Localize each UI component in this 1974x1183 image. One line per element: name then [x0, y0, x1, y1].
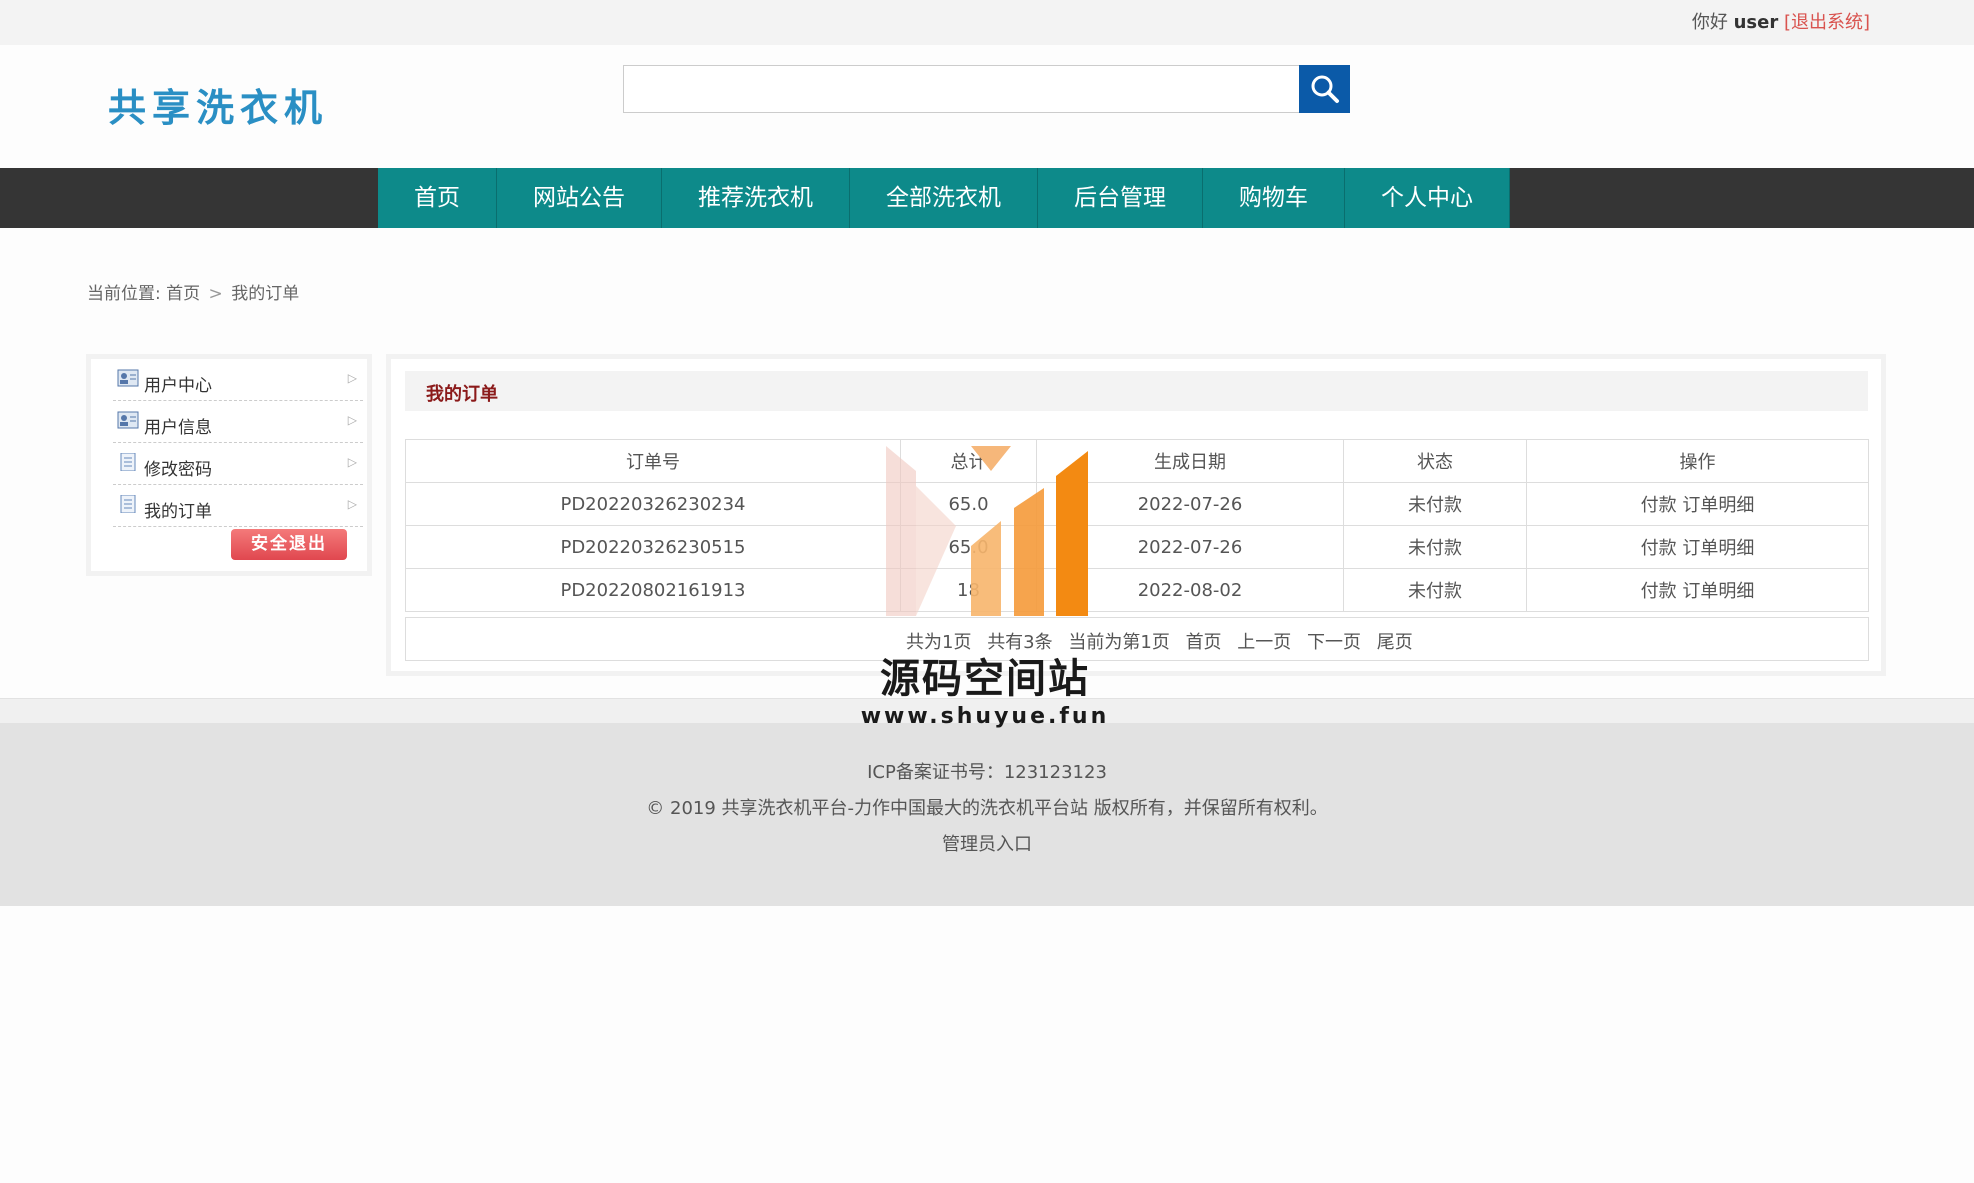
user-greeting: 你好 user [退出系统]: [1692, 8, 1870, 34]
column-header-actions: 操作: [1526, 439, 1869, 483]
greeting-text: 你好: [1691, 12, 1728, 33]
order-actions-cell: 付款 订单明细: [1526, 482, 1869, 526]
order-id-cell: PD20220326230234: [405, 482, 901, 526]
footer-admin-link[interactable]: 管理员入口: [0, 830, 1974, 856]
chevron-right-icon: ▷: [347, 455, 357, 469]
sidebar-item-user-center[interactable]: 用户中心 ▷: [113, 359, 363, 401]
top-bar: 你好 user [退出系统]: [0, 0, 1974, 45]
nav-item-personal-center[interactable]: 个人中心: [1345, 168, 1510, 228]
sidebar-item-label: 用户中心: [144, 376, 212, 396]
breadcrumb-current: 我的订单: [231, 284, 300, 304]
table-row: PD20220802161913 18 2022-08-02 未付款 付款 订单…: [405, 568, 1869, 612]
order-status-cell: 未付款: [1343, 525, 1527, 569]
pager-next-link[interactable]: 下一页: [1307, 632, 1361, 653]
search-icon: [1311, 75, 1339, 103]
breadcrumb-home[interactable]: 首页: [166, 284, 200, 304]
panel-header: 我的订单: [405, 371, 1868, 411]
footer-icp: ICP备案证书号：123123123: [867, 762, 1107, 783]
site-logo[interactable]: 共享洗衣机: [108, 77, 328, 132]
order-id-cell: PD20220802161913: [405, 568, 901, 612]
pager-prev-link[interactable]: 上一页: [1237, 632, 1291, 653]
watermark-logo: [886, 446, 1088, 616]
table-row: PD20220326230234 65.0 2022-07-26 未付款 付款 …: [405, 482, 1869, 526]
pay-link[interactable]: 付款: [1641, 581, 1677, 602]
order-actions-cell: 付款 订单明细: [1526, 525, 1869, 569]
footer-copyright: © 2019 共享洗衣机平台-力作中国最大的洗衣机平台站 版权所有，并保留所有权…: [646, 798, 1328, 819]
sidebar-item-label: 修改密码: [144, 460, 212, 480]
orders-panel: 我的订单 订单号 总计 生成日期 状态 操作 PD20220326230234 …: [386, 354, 1886, 676]
sidebar-item-label: 用户信息: [144, 418, 212, 438]
nav-item-cart[interactable]: 购物车: [1203, 168, 1345, 228]
footer: ICP备案证书号：123123123 © 2019 共享洗衣机平台-力作中国最大…: [0, 723, 1974, 906]
sidebar-item-user-info[interactable]: 用户信息 ▷: [113, 401, 363, 443]
chevron-right-icon: ▷: [347, 497, 357, 511]
safe-logout-button[interactable]: 安全退出: [231, 529, 347, 560]
nav-item-announcements[interactable]: 网站公告: [497, 168, 662, 228]
breadcrumb-separator: >: [208, 284, 223, 304]
nav-list: 首页 网站公告 推荐洗衣机 全部洗衣机 后台管理 购物车 个人中心: [378, 168, 1510, 228]
search-button[interactable]: [1299, 65, 1350, 113]
user-card-icon: [117, 411, 139, 429]
user-card-icon: [117, 369, 139, 387]
order-actions-cell: 付款 订单明细: [1526, 568, 1869, 612]
logout-link[interactable]: [退出系统]: [1784, 12, 1870, 33]
table-row: PD20220326230515 65.0 2022-07-26 未付款 付款 …: [405, 525, 1869, 569]
table-header-row: 订单号 总计 生成日期 状态 操作: [405, 439, 1869, 483]
order-id-cell: PD20220326230515: [405, 525, 901, 569]
sidebar-item-change-password[interactable]: 修改密码 ▷: [113, 443, 363, 485]
nav-item-admin[interactable]: 后台管理: [1038, 168, 1203, 228]
sidebar-item-my-orders[interactable]: 我的订单 ▷: [113, 485, 363, 527]
pay-link[interactable]: 付款: [1641, 495, 1677, 516]
header: 共享洗衣机: [0, 45, 1974, 168]
pager-first-link[interactable]: 首页: [1186, 632, 1222, 653]
nav-item-recommended[interactable]: 推荐洗衣机: [662, 168, 850, 228]
chevron-right-icon: ▷: [347, 413, 357, 427]
orders-table: 订单号 总计 生成日期 状态 操作 PD20220326230234 65.0 …: [405, 439, 1869, 612]
sidebar: 用户中心 ▷ 用户信息 ▷ 修改密码 ▷ 我的订单 ▷ 安全退出: [86, 354, 372, 576]
sidebar-item-label: 我的订单: [144, 502, 212, 522]
pagination: 共为1页 共有3条 当前为第1页 首页 上一页 下一页 尾页: [405, 617, 1869, 661]
pay-link[interactable]: 付款: [1641, 538, 1677, 559]
column-header-status: 状态: [1343, 439, 1527, 483]
chevron-right-icon: ▷: [347, 371, 357, 385]
order-detail-link[interactable]: 订单明细: [1682, 581, 1754, 602]
watermark-title: 源码空间站: [880, 656, 1090, 702]
nav-item-all-machines[interactable]: 全部洗衣机: [850, 168, 1038, 228]
order-detail-link[interactable]: 订单明细: [1682, 495, 1754, 516]
breadcrumb: 当前位置: 首页 > 我的订单: [87, 279, 299, 304]
order-detail-link[interactable]: 订单明细: [1682, 538, 1754, 559]
panel-title: 我的订单: [426, 384, 498, 405]
column-header-order-id: 订单号: [405, 439, 901, 483]
watermark-url: www.shuyue.fun: [860, 704, 1110, 729]
document-icon: [120, 453, 136, 471]
breadcrumb-prefix: 当前位置:: [87, 284, 161, 304]
pager-last-link[interactable]: 尾页: [1377, 632, 1413, 653]
nav-item-home[interactable]: 首页: [378, 168, 497, 228]
search-input[interactable]: [623, 65, 1300, 113]
main-nav: 首页 网站公告 推荐洗衣机 全部洗衣机 后台管理 购物车 个人中心: [0, 168, 1974, 228]
order-status-cell: 未付款: [1343, 568, 1527, 612]
document-icon: [120, 495, 136, 513]
order-status-cell: 未付款: [1343, 482, 1527, 526]
username: user: [1733, 12, 1779, 33]
